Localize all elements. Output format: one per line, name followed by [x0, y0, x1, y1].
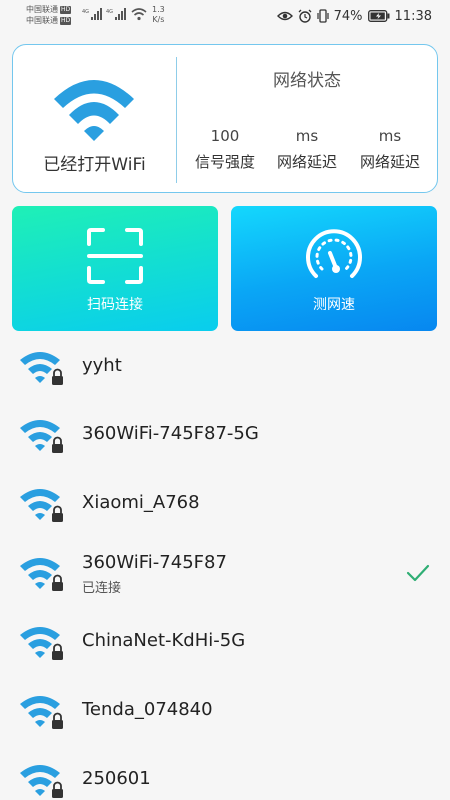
carrier-info: 中国联通 HD 中国联通 HD	[26, 4, 72, 26]
wifi-ssid: 250601	[82, 768, 151, 789]
speed-test-label: 测网速	[313, 297, 355, 313]
svg-text:4G: 4G	[106, 9, 113, 15]
wifi-locked-icon	[20, 558, 63, 591]
speed-unit: K/s	[152, 15, 165, 24]
metric-latency: ms 网络延迟	[266, 125, 348, 172]
eye-icon	[276, 11, 293, 21]
metric-latency: ms 网络延迟	[349, 125, 431, 172]
svg-text:4G: 4G	[82, 9, 89, 15]
wifi-ssid: Xiaomi_A768	[82, 492, 200, 513]
network-overview-card: 已经打开WiFi 网络状态 100 信号强度 ms 网络延迟 ms 网络延迟	[12, 44, 438, 193]
wifi-locked-icon	[20, 696, 63, 729]
metric-label: 信号强度	[194, 153, 255, 171]
speed-test-button[interactable]: 测网速	[231, 206, 437, 331]
vibrate-icon	[317, 9, 329, 23]
metric-label: 网络延迟	[276, 153, 337, 171]
metric-value: ms	[295, 127, 319, 145]
hd-badge: HD	[60, 6, 72, 14]
signal-icon: 4G	[106, 8, 126, 20]
battery-percent: 74%	[333, 8, 363, 24]
alarm-icon	[298, 9, 312, 23]
wifi-connection-status: 已连接	[82, 581, 122, 596]
wifi-list-item[interactable]: Tenda_074840	[0, 677, 450, 745]
speed-value: 1.3	[152, 5, 165, 14]
scan-connect-label: 扫码连接	[87, 297, 143, 313]
clock: 11:38	[394, 8, 432, 24]
check-icon	[406, 564, 430, 582]
wifi-list-item[interactable]: 250601	[0, 746, 450, 800]
hd-badge: HD	[60, 17, 72, 25]
wifi-ssid: 360WiFi-745F87	[82, 552, 227, 573]
speedometer-icon	[306, 229, 362, 278]
wifi-icon	[54, 80, 134, 141]
network-speed: 1.3 K/s	[152, 5, 165, 25]
wifi-list-item[interactable]: yyht	[0, 333, 450, 401]
wifi-locked-icon	[20, 420, 63, 453]
wifi-ssid: ChinaNet-KdHi-5G	[82, 630, 246, 651]
network-status-title: 网络状态	[273, 71, 341, 91]
wifi-locked-icon	[20, 352, 63, 385]
wifi-icon	[131, 8, 147, 21]
wifi-list-item-connected[interactable]: 360WiFi-745F87 已连接	[0, 539, 450, 607]
battery-icon	[367, 10, 390, 22]
wifi-ssid: yyht	[82, 355, 122, 376]
signal-icon: 4G	[82, 8, 102, 20]
status-right: 74% 11:38	[276, 7, 432, 25]
metric-value: 100	[210, 127, 240, 145]
wifi-locked-icon	[20, 627, 63, 660]
scan-icon	[87, 228, 143, 284]
metric-label: 网络延迟	[359, 153, 420, 171]
wifi-state-label: 已经打开WiFi	[43, 155, 146, 175]
carrier-2: 中国联通	[26, 16, 58, 25]
carrier-1: 中国联通	[26, 5, 58, 14]
metric-signal-strength: 100 信号强度	[184, 125, 266, 172]
wifi-ssid: Tenda_074840	[82, 699, 213, 720]
wifi-locked-icon	[20, 765, 63, 798]
scan-connect-button[interactable]: 扫码连接	[12, 206, 218, 331]
wifi-locked-icon	[20, 489, 63, 522]
wifi-ssid: 360WiFi-745F87-5G	[82, 423, 259, 444]
metric-value: ms	[378, 127, 402, 145]
wifi-list-item[interactable]: 360WiFi-745F87-5G	[0, 401, 450, 469]
wifi-list-item[interactable]: Xiaomi_A768	[0, 470, 450, 538]
status-bar: 中国联通 HD 中国联通 HD 4G 4G 1.3 K/s 74% 11:38	[0, 0, 450, 32]
wifi-list-item[interactable]: ChinaNet-KdHi-5G	[0, 608, 450, 676]
